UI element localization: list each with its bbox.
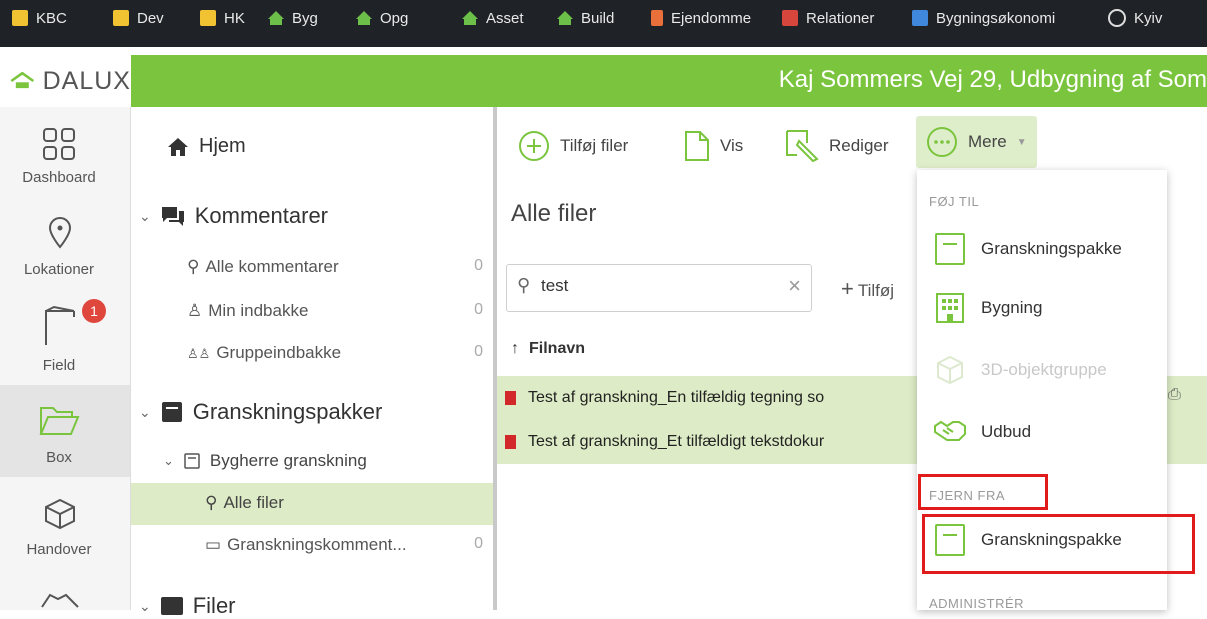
add-circle-icon — [519, 131, 549, 161]
caret-down-icon: ▼ — [1016, 136, 1027, 148]
navigation-tree: Hjem ⌄ Kommentarer ⚲ Alle kommentarer 0 ♙… — [131, 107, 493, 618]
folder-icon — [160, 597, 183, 615]
tree-item-gruppeindbakke[interactable]: ♙♙ Gruppeindbakke 0 — [187, 343, 493, 363]
edit-icon — [786, 130, 819, 163]
tree-item-bygherre-granskning[interactable]: ⌄ Bygherre granskning — [163, 451, 367, 471]
app-header: DALUX Kaj Sommers Vej 29, Udbygning af S… — [0, 55, 1207, 107]
handshake-icon — [933, 415, 967, 449]
clear-search-icon[interactable]: × — [788, 273, 801, 299]
sort-arrow-up-icon: ↑ — [511, 340, 519, 357]
rail-item-field[interactable]: 1 Field — [0, 291, 130, 385]
section-header-add-to: FØJ TIL — [929, 194, 980, 209]
folder-icon — [113, 10, 129, 26]
rail-item-dashboard[interactable]: Dashboard — [0, 107, 130, 199]
handshake-icon — [41, 593, 79, 608]
person-icon: ♙ — [187, 301, 203, 320]
column-header-filnavn[interactable]: ↑ Filnavn — [511, 340, 585, 358]
page-title: Alle filer — [511, 200, 597, 227]
review-package-icon — [933, 232, 967, 266]
spreadsheet-icon — [912, 10, 928, 26]
tree-item-filer[interactable]: ⌄ Filer — [139, 593, 236, 619]
search-icon: ⚲ — [205, 493, 218, 512]
view-button[interactable]: Vis — [684, 122, 743, 170]
dalux-house-icon — [10, 71, 35, 89]
dalux-logo[interactable]: DALUX — [0, 55, 131, 107]
tree-item-home[interactable]: Hjem — [167, 135, 246, 158]
bookmark-kyiv[interactable]: Kyiv — [1108, 8, 1162, 28]
bookmark-bygningsokonomi[interactable]: Bygningsøkonomi — [912, 8, 1055, 28]
search-icon: ⚲ — [517, 275, 531, 295]
bookmark-kbc[interactable]: KBC — [12, 8, 67, 28]
bookmark-build[interactable]: Build — [557, 8, 614, 28]
section-header-manage: ADMINISTRÉR — [929, 596, 1025, 611]
cube-icon — [933, 353, 967, 387]
plus-icon: + — [841, 276, 854, 301]
pdf-icon — [505, 391, 516, 405]
box-icon — [45, 498, 75, 530]
tree-item-granskningskommentarer[interactable]: ▭ Granskningskomment... 0 — [205, 535, 493, 555]
chevron-down-icon[interactable]: ⌄ — [139, 208, 151, 225]
bookmark-opg[interactable]: Opg — [356, 8, 408, 28]
property-icon — [651, 10, 663, 26]
menu-item-add-to-building[interactable]: Bygning — [917, 284, 1167, 332]
search-field[interactable]: ⚲ × — [506, 264, 812, 312]
tree-item-min-indbakke[interactable]: ♙ Min indbakke 0 — [187, 301, 493, 321]
location-pin-icon — [48, 217, 72, 249]
bookmark-dev[interactable]: Dev — [113, 8, 164, 28]
tree-item-alle-kommentarer[interactable]: ⚲ Alle kommentarer 0 — [187, 257, 493, 277]
bookmarks-bar: KBC Dev HK Byg Opg Asset Build Ejendomme… — [0, 0, 1207, 47]
tree-item-granskningspakker[interactable]: ⌄ Granskningspakker — [139, 399, 382, 425]
print-icon[interactable]: ⎙ — [1168, 386, 1181, 404]
tree-item-alle-filer[interactable]: ⚲ Alle filer — [131, 483, 493, 525]
menu-item-add-to-3d-object-group[interactable]: 3D-objektgruppe — [917, 346, 1167, 394]
house-icon — [462, 11, 478, 25]
search-input[interactable] — [539, 275, 773, 297]
tree-item-kommentarer[interactable]: ⌄ Kommentarer — [139, 203, 328, 229]
crane-icon — [45, 305, 75, 345]
highlight-remove-from-header — [918, 474, 1048, 510]
house-icon — [557, 11, 573, 25]
bookmark-asset[interactable]: Asset — [462, 8, 524, 28]
highlight-remove-review-package — [922, 514, 1195, 574]
bookmark-ejendomme[interactable]: Ejendomme — [651, 8, 751, 28]
more-button[interactable]: Mere ▼ — [916, 116, 1037, 168]
folder-icon — [200, 10, 216, 26]
comments-icon — [161, 207, 184, 226]
more-icon — [927, 127, 957, 157]
edit-button[interactable]: Rediger — [785, 122, 889, 170]
review-package-icon — [161, 402, 182, 422]
folder-open-icon — [39, 407, 80, 435]
house-icon — [356, 11, 372, 25]
pdf-icon — [505, 435, 516, 449]
chevron-down-icon[interactable]: ⌄ — [139, 404, 151, 421]
building-icon — [933, 291, 967, 325]
rail-item-box[interactable]: Box — [0, 385, 130, 477]
rail-item-handover[interactable]: Handover — [0, 477, 130, 569]
rail-item-lokationer[interactable]: Lokationer — [0, 199, 130, 291]
bookmark-byg[interactable]: Byg — [268, 8, 318, 28]
panel-resize-handle[interactable] — [493, 107, 497, 610]
group-icon: ♙♙ — [187, 346, 211, 361]
chevron-down-icon[interactable]: ⌄ — [139, 598, 151, 615]
menu-item-add-to-tender[interactable]: Udbud — [917, 408, 1167, 456]
bookmark-hk[interactable]: HK — [200, 8, 245, 28]
bookmark-relationer[interactable]: Relationer — [782, 8, 874, 28]
document-icon — [685, 131, 709, 161]
menu-item-add-to-review-package[interactable]: Granskningspakke — [917, 225, 1167, 273]
comment-icon: ▭ — [205, 535, 222, 554]
home-icon — [168, 137, 188, 156]
globe-icon — [1108, 9, 1126, 27]
chevron-down-icon[interactable]: ⌄ — [163, 453, 174, 469]
field-notification-badge: 1 — [82, 299, 106, 323]
folder-icon — [12, 10, 28, 26]
dashboard-icon — [43, 128, 75, 160]
project-title: Kaj Sommers Vej 29, Udbygning af Som — [778, 66, 1207, 93]
review-package-icon — [184, 453, 200, 469]
app-nav-rail: Dashboard Lokationer 1 Field Box Handove… — [0, 107, 131, 610]
add-filter-button[interactable]: + Tilføj — [841, 276, 894, 302]
house-icon — [268, 11, 284, 25]
search-icon: ⚲ — [187, 257, 200, 276]
relations-icon — [782, 10, 798, 26]
add-files-button[interactable]: Tilføj filer — [518, 122, 628, 170]
